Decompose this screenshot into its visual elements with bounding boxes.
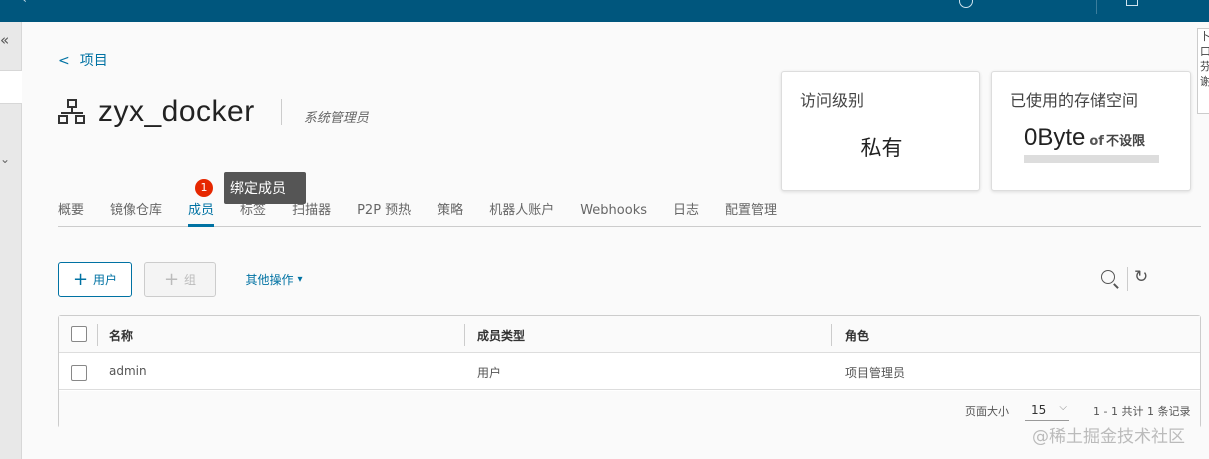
- member-role: 项目管理员: [845, 366, 906, 380]
- add-user-button[interactable]: + 用户: [58, 262, 132, 297]
- add-group-button[interactable]: + 组: [144, 262, 216, 297]
- storage-usage-card: 已使用的存储空间 0Byte of 不设限: [991, 71, 1191, 191]
- access-level-value: 私有: [860, 136, 903, 160]
- watermark-text: @稀土掘金技术社区: [1032, 427, 1185, 447]
- more-actions-label: 其他操作: [245, 273, 294, 287]
- refresh-icon[interactable]: ↻: [1134, 269, 1148, 286]
- side-panel-tab[interactable]: 卜口芬谢: [1197, 28, 1209, 114]
- tab-item[interactable]: 扫描器: [292, 202, 331, 227]
- breadcrumb-projects-link[interactable]: 项目: [80, 53, 108, 69]
- step-badge: 1: [195, 179, 213, 197]
- tab-item[interactable]: 概要: [58, 202, 84, 227]
- column-header-member-type[interactable]: 成员类型: [477, 327, 525, 344]
- page-size-label: 页面大小: [965, 405, 1009, 418]
- back-chevron-icon[interactable]: <: [58, 53, 70, 69]
- project-role: 系统管理员: [303, 110, 369, 126]
- tab-item[interactable]: 标签: [240, 202, 266, 227]
- chevron-down-icon[interactable]: ⌄: [0, 152, 10, 166]
- breadcrumb[interactable]: < 项目: [58, 50, 108, 70]
- more-actions-dropdown[interactable]: 其他操作 ▾: [232, 262, 316, 297]
- column-header-name[interactable]: 名称: [109, 327, 133, 344]
- project-title: zyx_docker: [98, 95, 255, 128]
- tab-item[interactable]: 日志: [673, 202, 699, 227]
- table-row: admin 用户 项目管理员: [59, 353, 1200, 390]
- side-panel-text: 卜口芬谢: [1200, 30, 1209, 88]
- column-divider[interactable]: [464, 324, 465, 346]
- search-icon[interactable]: [1101, 270, 1115, 284]
- access-level-card: 访问级别 私有: [781, 71, 980, 191]
- tab-item[interactable]: 配置管理: [725, 202, 777, 227]
- chevron-down-icon: ▾: [297, 274, 303, 285]
- project-header: zyx_docker 系统管理员: [58, 94, 369, 130]
- page-size-select[interactable]: 15 ⌵: [1025, 399, 1069, 421]
- toolbar-divider: [1127, 267, 1128, 291]
- tab-item[interactable]: 成员: [188, 202, 215, 227]
- tab-item[interactable]: 镜像仓库: [110, 202, 162, 227]
- header-divider: [1096, 0, 1097, 14]
- bind-member-tooltip: 绑定成员: [224, 172, 306, 204]
- tab-item[interactable]: 机器人账户: [489, 202, 554, 227]
- member-type: 用户: [477, 366, 502, 380]
- side-navigation: « ⌄: [0, 22, 22, 459]
- tab-item[interactable]: Webhooks: [580, 202, 647, 227]
- help-icon[interactable]: [959, 0, 973, 8]
- members-table: 名称 成员类型 角色 admin 用户 项目管理员 页面大小 15 ⌵ 1 - …: [58, 315, 1201, 428]
- select-all-checkbox[interactable]: [71, 326, 87, 342]
- add-group-label: 组: [184, 273, 197, 287]
- collapse-sidebar-icon[interactable]: «: [0, 31, 9, 49]
- chevron-down-icon: ⌵: [1059, 402, 1067, 413]
- tab-item[interactable]: 策略: [437, 202, 463, 227]
- storage-usage-value: 0Byte of 不设限: [1024, 124, 1145, 152]
- member-name: admin: [109, 364, 147, 378]
- storage-usage-title: 已使用的存储空间: [1010, 91, 1139, 110]
- storage-progress-bar: [1024, 155, 1159, 163]
- sidebar-selected-item[interactable]: [0, 70, 22, 104]
- project-hierarchy-icon: [58, 99, 86, 125]
- access-level-title: 访问级别: [800, 91, 865, 110]
- column-header-role[interactable]: 角色: [845, 327, 869, 344]
- tab-item[interactable]: P2P 预热: [357, 202, 411, 227]
- storage-of: of: [1089, 134, 1104, 149]
- back-arrow-icon[interactable]: ‹: [22, 0, 27, 6]
- page-size-value: 15: [1031, 403, 1047, 417]
- add-user-label: 用户: [93, 273, 118, 287]
- column-divider: [97, 324, 98, 346]
- storage-limit: 不设限: [1105, 134, 1145, 149]
- plus-icon: +: [163, 268, 180, 290]
- project-tabs: 概要 镜像仓库 成员 标签 扫描器 P2P 预热 策略 机器人账户 Webhooks 日志 配置管理: [58, 202, 1201, 227]
- storage-used: 0Byte: [1024, 124, 1086, 151]
- column-divider[interactable]: [831, 324, 832, 346]
- pagination-summary: 1 - 1 共计 1 条记录: [1093, 405, 1191, 418]
- top-header-bar: ‹: [0, 0, 1209, 22]
- row-checkbox[interactable]: [71, 365, 87, 381]
- plus-icon: +: [72, 268, 89, 290]
- table-header: 名称 成员类型 角色: [59, 316, 1200, 353]
- title-divider: [280, 99, 282, 125]
- table-footer: 页面大小 15 ⌵ 1 - 1 共计 1 条记录: [59, 391, 1200, 428]
- user-menu-icon[interactable]: [1126, 0, 1138, 6]
